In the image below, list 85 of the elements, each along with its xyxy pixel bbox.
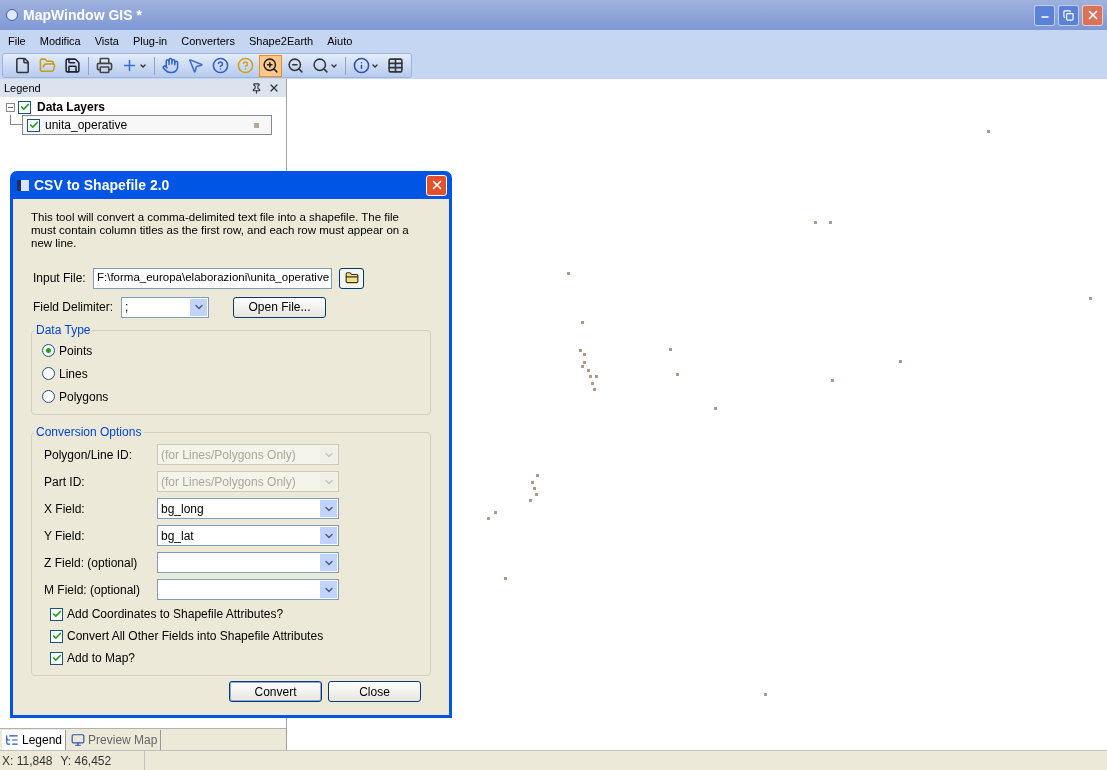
tree-icon [5,732,19,747]
close-icon [268,82,280,94]
dialog-title: CSV to Shapefile 2.0 [34,175,170,195]
field-label: Polygon/Line ID: [44,446,134,464]
layer-label: unita_operative [45,117,129,134]
dropdown-field[interactable] [157,552,339,573]
pointer-icon [187,57,204,74]
save-icon [64,57,81,74]
checkbox[interactable] [27,118,40,132]
panel-title: Legend [4,80,41,96]
dialog-button[interactable]: Convert [229,681,322,702]
monitor-icon [71,732,86,747]
zoom-out-icon [287,57,304,74]
dropdown-field[interactable] [157,579,339,600]
open-file-button[interactable]: Open File... [233,296,326,318]
field-label: Z Field: (optional) [44,554,139,572]
input-field[interactable]: F:\forma_europa\elaborazioni\unita_operative [93,267,332,289]
checkbox-label: Add Coordinates to Shapefile Attributes? [67,606,284,623]
radio-label: Polygons [59,388,109,406]
checkbox[interactable] [18,100,31,114]
restore-button[interactable] [1058,4,1079,26]
x-coordinate: X: 11,848 [2,752,53,770]
dialog-button[interactable]: Close [328,681,421,702]
radio-label: Points [59,342,93,360]
checkbox-label: Convert All Other Fields into Shapefile Attributes [67,628,324,645]
dropdown-field[interactable]: ; [121,296,209,318]
restore-icon [1063,9,1074,21]
field-label: M Field: (optional) [44,581,142,599]
menu-item[interactable]: Vista [94,32,119,50]
new-file-icon [14,57,31,74]
folder-icon [39,57,56,74]
hand-icon [162,57,179,74]
dropdown-value: (for Lines/Polygons Only) [161,446,296,464]
dialog-icon [17,179,29,191]
checkbox[interactable] [50,607,63,621]
plus-icon [121,57,138,74]
table-icon [387,57,404,74]
menu-item[interactable]: File [8,32,26,50]
checkbox[interactable] [50,629,63,643]
checkbox-label: Add to Map? [67,650,136,667]
y-coordinate: Y: 46,452 [60,752,112,770]
checkbox[interactable] [50,651,63,665]
dropdown-value: bg_lat [161,527,194,545]
info-icon [353,57,370,74]
magnifier-icon [312,57,329,74]
description-text: This tool will convert a comma-delimited text file into a shapefile. The file must contain column titles as the first row, and each row must appear on a new line. [31,211,410,250]
pin-icon [251,82,262,94]
menu-item[interactable]: Converters [181,32,235,50]
panel-tab[interactable]: Preview Map [68,729,162,750]
layer-group-label[interactable]: Data Layers [37,98,106,116]
minimize-button[interactable] [1034,4,1055,26]
layer-row[interactable]: unita_operative [22,115,272,135]
dropdown-value: bg_long [161,500,204,518]
field-label: Input File: [32,270,87,287]
field-label: Y Field: [44,527,86,545]
radio-button[interactable] [42,344,55,357]
menu-item[interactable]: Modifica [39,32,81,50]
radio-button[interactable] [42,367,55,380]
menu-item[interactable]: Aiuto [327,32,353,50]
menu-item[interactable]: Plug-in [132,32,168,50]
dropdown-value: (for Lines/Polygons Only) [161,473,296,491]
dropdown-field[interactable]: bg_long [157,498,339,519]
group-title: Conversion Options [35,424,143,441]
radio-button[interactable] [42,390,55,403]
app-icon [6,9,18,21]
field-label: Field Delimiter: [32,299,114,316]
window-title: MapWindow GIS * [23,5,142,25]
help-icon [212,57,229,74]
radio-label: Lines [59,365,88,383]
menu-item[interactable]: Shape2Earth [249,32,314,50]
help-icon [237,57,254,74]
dropdown-value: ; [125,299,129,316]
group-title: Data Type [35,322,92,339]
folder-icon [344,271,359,285]
field-label: X Field: [44,500,86,518]
printer-icon [96,57,113,74]
toolbar-button[interactable] [259,54,282,77]
field-label: Part ID: [44,473,86,491]
zoom-in-icon [262,57,279,74]
expander-icon[interactable] [6,102,15,112]
close-button[interactable] [426,174,447,196]
panel-tab[interactable]: Legend [2,729,67,750]
dropdown-field[interactable]: bg_lat [157,525,339,546]
close-button[interactable] [1082,4,1103,26]
browse-button[interactable] [339,267,364,289]
